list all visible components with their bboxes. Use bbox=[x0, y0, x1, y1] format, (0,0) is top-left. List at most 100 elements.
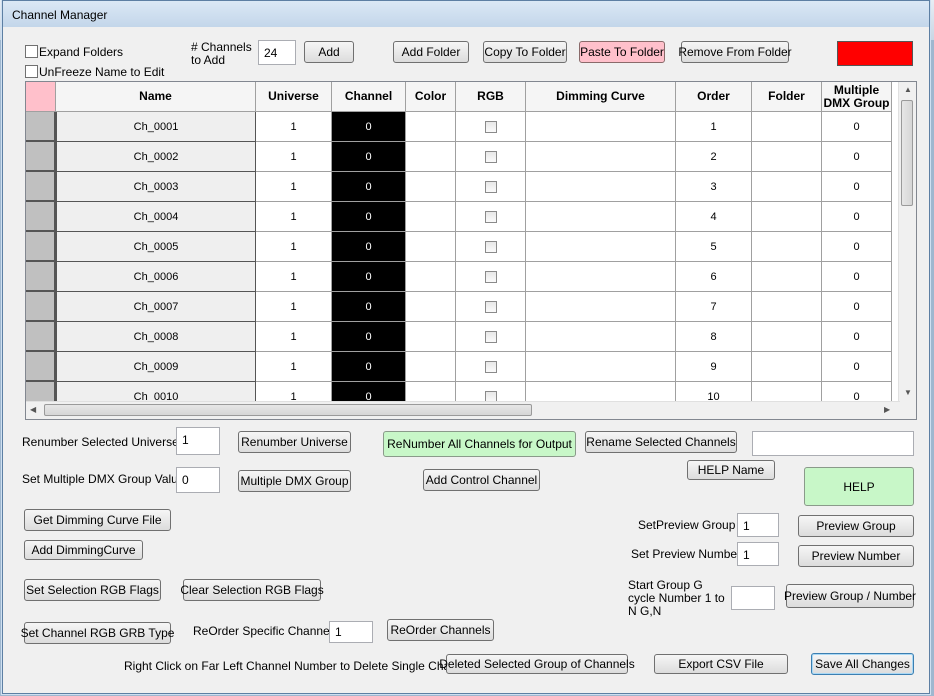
cell-name[interactable]: Ch_0008 bbox=[56, 322, 256, 352]
row-header[interactable] bbox=[26, 142, 56, 172]
cell-dimming-curve[interactable] bbox=[526, 262, 676, 292]
renumber-all-channels-button[interactable]: ReNumber All Channels for Output bbox=[383, 431, 576, 457]
rgb-checkbox[interactable] bbox=[484, 270, 497, 283]
cell-multiple-dmx-group[interactable]: 0 bbox=[822, 232, 892, 262]
cell-folder[interactable] bbox=[752, 112, 822, 142]
add-control-channel-button[interactable]: Add Control Channel bbox=[423, 469, 540, 491]
header-name[interactable]: Name bbox=[56, 82, 256, 112]
cell-name[interactable]: Ch_0009 bbox=[56, 352, 256, 382]
cell-dimming-curve[interactable] bbox=[526, 142, 676, 172]
cell-order[interactable]: 6 bbox=[676, 262, 752, 292]
table-row[interactable]: Ch_0004 1 0 4 0 bbox=[26, 202, 898, 232]
table-row[interactable]: Ch_0005 1 0 5 0 bbox=[26, 232, 898, 262]
table-row[interactable]: Ch_0001 1 0 1 0 bbox=[26, 112, 898, 142]
cell-order[interactable]: 2 bbox=[676, 142, 752, 172]
header-corner[interactable] bbox=[26, 82, 56, 112]
vertical-scroll-thumb[interactable] bbox=[901, 100, 913, 206]
delete-selected-group-button[interactable]: Deleted Selected Group of Channels bbox=[439, 654, 635, 674]
cell-universe[interactable]: 1 bbox=[256, 112, 332, 142]
cell-universe[interactable]: 1 bbox=[256, 172, 332, 202]
renumber-universe-input[interactable]: 1 bbox=[176, 427, 220, 455]
cell-dimming-curve[interactable] bbox=[526, 172, 676, 202]
row-header[interactable] bbox=[26, 322, 56, 352]
table-row[interactable]: Ch_0002 1 0 2 0 bbox=[26, 142, 898, 172]
preview-number-button[interactable]: Preview Number bbox=[798, 545, 914, 567]
cell-color[interactable] bbox=[406, 322, 456, 352]
vertical-scrollbar[interactable]: ▲ ▼ bbox=[898, 82, 916, 402]
cell-order[interactable]: 1 bbox=[676, 112, 752, 142]
cell-name[interactable]: Ch_0002 bbox=[56, 142, 256, 172]
cell-rgb[interactable] bbox=[456, 142, 526, 172]
cell-color[interactable] bbox=[406, 202, 456, 232]
cell-multiple-dmx-group[interactable]: 0 bbox=[822, 142, 892, 172]
paste-to-folder-button[interactable]: Paste To Folder bbox=[579, 41, 665, 63]
remove-from-folder-button[interactable]: Remove From Folder bbox=[678, 41, 792, 63]
rgb-checkbox[interactable] bbox=[484, 150, 497, 163]
cell-dimming-curve[interactable] bbox=[526, 202, 676, 232]
cell-multiple-dmx-group[interactable]: 0 bbox=[822, 172, 892, 202]
cell-multiple-dmx-group[interactable]: 0 bbox=[822, 262, 892, 292]
cell-dimming-curve[interactable] bbox=[526, 352, 676, 382]
cell-folder[interactable] bbox=[752, 262, 822, 292]
unfreeze-name-checkbox[interactable] bbox=[25, 65, 38, 78]
cell-order[interactable]: 3 bbox=[676, 172, 752, 202]
channel-grid[interactable]: Name Universe Channel Color RGB Dimming … bbox=[25, 81, 917, 420]
cell-universe[interactable]: 1 bbox=[256, 262, 332, 292]
set-channel-rgb-grb-type-button[interactable]: Set Channel RGB GRB Type bbox=[21, 622, 174, 644]
reorder-channels-button[interactable]: ReOrder Channels bbox=[387, 619, 494, 641]
cell-multiple-dmx-group[interactable]: 0 bbox=[822, 112, 892, 142]
renumber-universe-button[interactable]: Renumber Universe bbox=[238, 431, 351, 453]
cell-universe[interactable]: 1 bbox=[256, 232, 332, 262]
cell-name[interactable]: Ch_0004 bbox=[56, 202, 256, 232]
cell-universe[interactable]: 1 bbox=[256, 142, 332, 172]
cell-name[interactable]: Ch_0001 bbox=[56, 112, 256, 142]
channels-to-add-input[interactable]: 24 bbox=[258, 40, 296, 65]
cell-folder[interactable] bbox=[752, 292, 822, 322]
cell-name[interactable]: Ch_0006 bbox=[56, 262, 256, 292]
cell-color[interactable] bbox=[406, 262, 456, 292]
horizontal-scrollbar[interactable]: ◀ ▶ bbox=[26, 401, 900, 419]
cell-channel[interactable]: 0 bbox=[332, 172, 406, 202]
expand-folders-checkbox[interactable] bbox=[25, 45, 38, 58]
header-multiple-dmx-group[interactable]: Multiple DMX Group bbox=[822, 82, 892, 112]
cell-rgb[interactable] bbox=[456, 262, 526, 292]
cell-multiple-dmx-group[interactable]: 0 bbox=[822, 292, 892, 322]
row-header[interactable] bbox=[26, 262, 56, 292]
cell-universe[interactable]: 1 bbox=[256, 292, 332, 322]
cell-name[interactable]: Ch_0005 bbox=[56, 232, 256, 262]
cell-folder[interactable] bbox=[752, 202, 822, 232]
cell-rgb[interactable] bbox=[456, 112, 526, 142]
copy-to-folder-button[interactable]: Copy To Folder bbox=[483, 41, 567, 63]
cell-order[interactable]: 7 bbox=[676, 292, 752, 322]
horizontal-scroll-thumb[interactable] bbox=[44, 404, 532, 416]
row-header[interactable] bbox=[26, 172, 56, 202]
cell-order[interactable]: 5 bbox=[676, 232, 752, 262]
row-header[interactable] bbox=[26, 202, 56, 232]
cell-multiple-dmx-group[interactable]: 0 bbox=[822, 202, 892, 232]
cell-rgb[interactable] bbox=[456, 172, 526, 202]
help-name-button[interactable]: HELP Name bbox=[687, 460, 775, 480]
table-row[interactable]: Ch_0008 1 0 8 0 bbox=[26, 322, 898, 352]
table-row[interactable]: Ch_0009 1 0 9 0 bbox=[26, 352, 898, 382]
rename-selected-channels-button[interactable]: Rename Selected Channels bbox=[585, 431, 737, 453]
rgb-checkbox[interactable] bbox=[484, 360, 497, 373]
header-color[interactable]: Color bbox=[406, 82, 456, 112]
preview-number-input[interactable]: 1 bbox=[737, 542, 779, 566]
cell-rgb[interactable] bbox=[456, 292, 526, 322]
rgb-checkbox[interactable] bbox=[484, 180, 497, 193]
cell-universe[interactable]: 1 bbox=[256, 202, 332, 232]
table-row[interactable]: Ch_0003 1 0 3 0 bbox=[26, 172, 898, 202]
cell-channel[interactable]: 0 bbox=[332, 352, 406, 382]
cell-universe[interactable]: 1 bbox=[256, 352, 332, 382]
add-button[interactable]: Add bbox=[304, 41, 354, 63]
cell-order[interactable]: 9 bbox=[676, 352, 752, 382]
cell-color[interactable] bbox=[406, 292, 456, 322]
rgb-checkbox[interactable] bbox=[484, 210, 497, 223]
cell-dimming-curve[interactable] bbox=[526, 322, 676, 352]
row-header[interactable] bbox=[26, 292, 56, 322]
header-dimming-curve[interactable]: Dimming Curve bbox=[526, 82, 676, 112]
rgb-checkbox[interactable] bbox=[484, 330, 497, 343]
cell-folder[interactable] bbox=[752, 232, 822, 262]
header-folder[interactable]: Folder bbox=[752, 82, 822, 112]
cell-color[interactable] bbox=[406, 352, 456, 382]
